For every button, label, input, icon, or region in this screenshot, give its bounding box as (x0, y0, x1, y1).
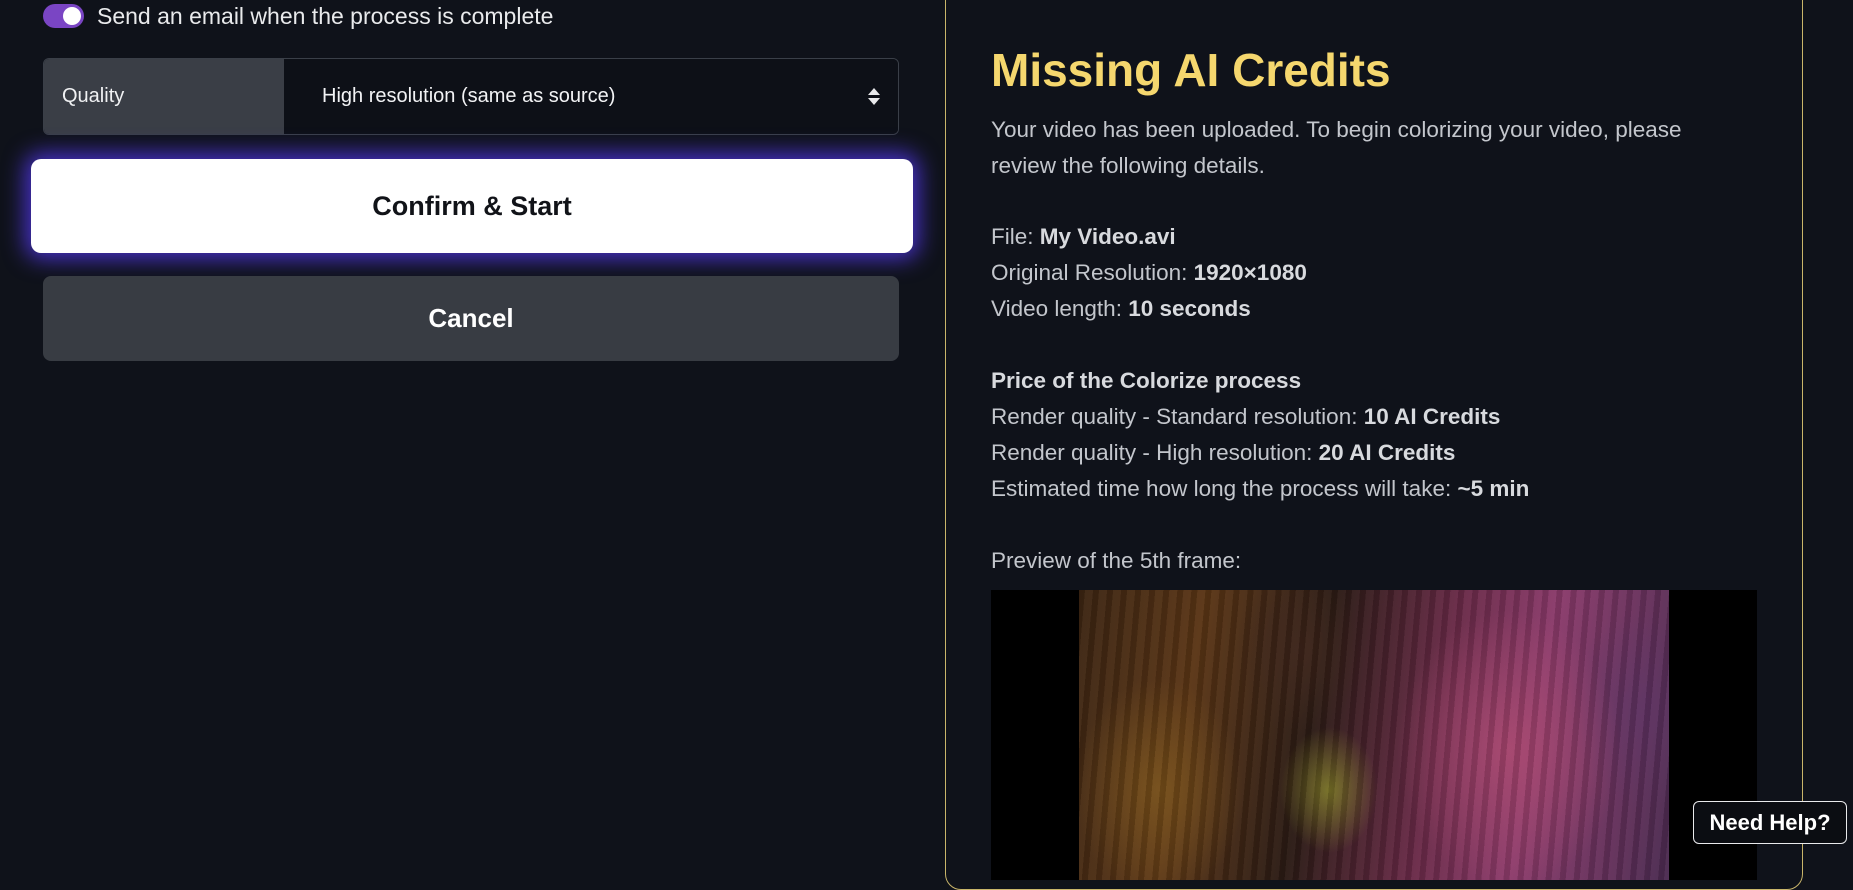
email-notification-toggle[interactable] (43, 4, 84, 28)
preview-label: Preview of the 5th frame: (991, 548, 1242, 573)
length-value: 10 seconds (1128, 296, 1251, 321)
pricing-high: Render quality - High resolution: 20 AI … (991, 440, 1456, 465)
detail-length: Video length: 10 seconds (991, 296, 1251, 321)
panel-intro: Your video has been uploaded. To begin c… (991, 117, 1682, 178)
quality-label: Quality (44, 59, 284, 134)
frame-preview-image (1079, 590, 1669, 880)
file-name: My Video.avi (1039, 224, 1176, 249)
toggle-knob (63, 7, 81, 25)
resolution-value: 1920×1080 (1193, 260, 1307, 285)
pricing-section: Price of the Colorize process Render qua… (991, 363, 1751, 507)
pricing-standard: Render quality - Standard resolution: 10… (991, 404, 1501, 429)
high-price: 20 AI Credits (1318, 440, 1456, 465)
email-toggle-row: Send an email when the process is comple… (43, 0, 553, 32)
video-details: File: My Video.avi Original Resolution: … (991, 219, 1751, 327)
cancel-button[interactable]: Cancel (43, 276, 899, 361)
panel-title: Missing AI Credits (991, 44, 1391, 96)
email-toggle-label[interactable]: Send an email when the process is comple… (97, 3, 553, 30)
detail-file: File: My Video.avi (991, 224, 1176, 249)
pricing-time: Estimated time how long the process will… (991, 476, 1530, 501)
quality-field: Quality High resolution (same as source) (43, 58, 899, 135)
frame-preview (991, 590, 1757, 880)
need-help-button[interactable]: Need Help? (1693, 801, 1847, 844)
estimated-time: ~5 min (1457, 476, 1530, 501)
confirm-start-button[interactable]: Confirm & Start (31, 159, 913, 253)
select-caret-icon (868, 88, 880, 105)
quality-selected-value: High resolution (same as source) (322, 85, 616, 107)
standard-price: 10 AI Credits (1363, 404, 1501, 429)
pricing-heading: Price of the Colorize process (991, 368, 1302, 393)
quality-select[interactable]: High resolution (same as source) (284, 59, 898, 134)
detail-resolution: Original Resolution: 1920×1080 (991, 260, 1307, 285)
